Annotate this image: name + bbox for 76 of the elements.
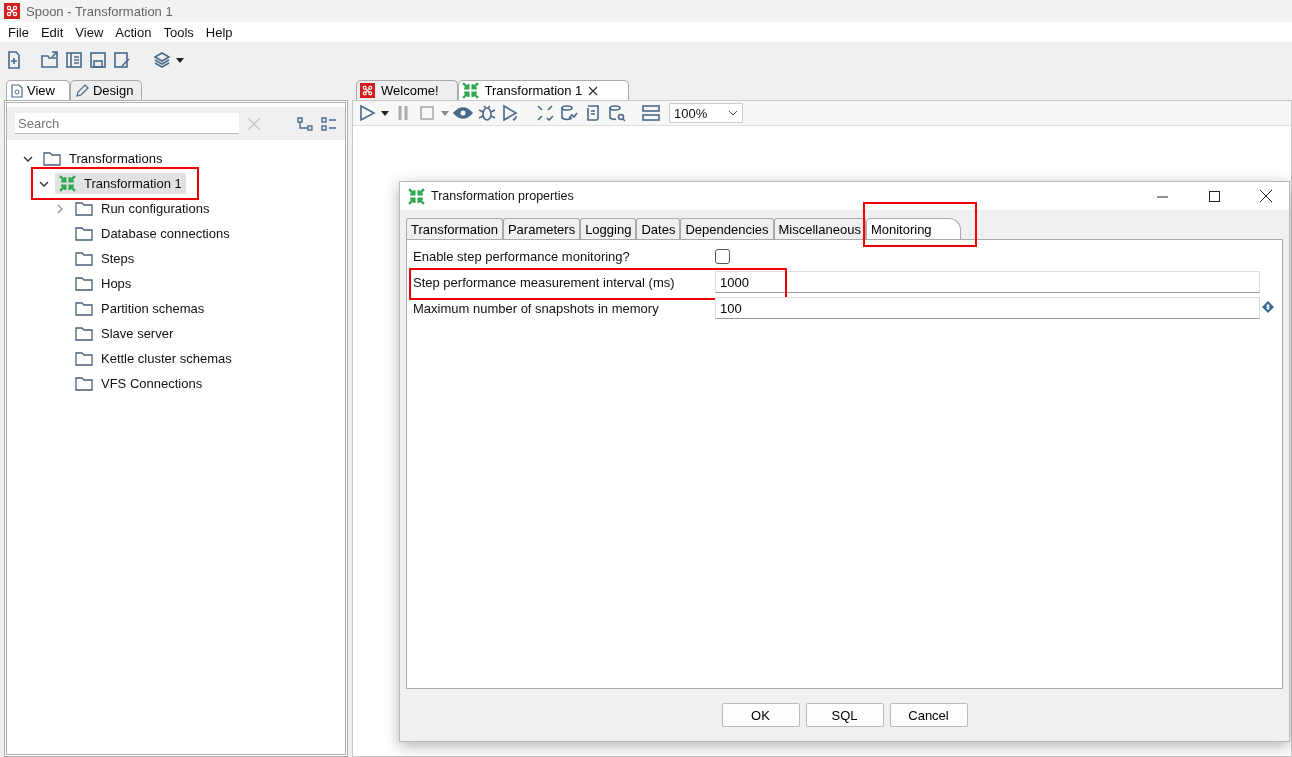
folder-icon [75, 226, 93, 241]
layout-icon[interactable] [641, 103, 661, 123]
save-as-icon[interactable] [112, 50, 132, 70]
bug-icon[interactable] [477, 103, 497, 123]
close-icon [1260, 190, 1272, 202]
maximize-icon [1208, 190, 1220, 202]
folder-icon [43, 151, 61, 166]
tree-item[interactable]: VFS Connections [71, 374, 207, 393]
field-label: Maximum number of snapshots in memory [413, 300, 660, 316]
zoom-dropdown[interactable]: 100% [669, 103, 743, 123]
arrows-check-icon[interactable] [535, 103, 555, 123]
menu-item[interactable]: View [69, 24, 110, 40]
input-field[interactable]: 1000 [715, 271, 1260, 293]
tree-item[interactable]: Slave server [71, 324, 178, 343]
app-logo-icon [360, 83, 375, 98]
tree-item[interactable]: Steps [71, 249, 139, 268]
play-icon[interactable] [357, 103, 377, 123]
dialog-tab[interactable]: Transformation [406, 218, 503, 239]
dropdown-arrow-icon[interactable] [176, 57, 184, 63]
list-icon[interactable] [321, 116, 337, 131]
menu-item[interactable]: File [2, 24, 35, 40]
panel-tab[interactable]: Design [69, 80, 143, 100]
close-icon[interactable] [588, 85, 599, 96]
database-chart-icon[interactable] [559, 103, 579, 123]
tree-item[interactable]: Hops [71, 274, 136, 293]
dialog-tab[interactable]: Dates [636, 218, 681, 239]
folder-icon [75, 326, 93, 341]
dialog-tab[interactable]: Parameters [502, 218, 581, 239]
editor-tab[interactable]: Welcome! [356, 80, 458, 100]
tree-item[interactable]: Kettle cluster schemas [71, 349, 236, 368]
app-logo-icon [4, 3, 20, 19]
dialog-tab[interactable]: Monitoring [865, 218, 961, 239]
tree-item[interactable]: Run configurations [71, 199, 214, 218]
hierarchy-icon[interactable] [297, 116, 313, 131]
arrows-icon [408, 187, 425, 205]
dialog-button[interactable]: Cancel [889, 703, 968, 727]
dialog-tab[interactable]: Dependencies [680, 218, 774, 239]
dialog-button[interactable]: SQL [805, 703, 884, 727]
editor-tab[interactable]: Transformation 1 [457, 80, 630, 100]
tree-item[interactable]: Transformation 1 [55, 173, 186, 194]
database-search-icon[interactable] [607, 103, 627, 123]
folder-icon [75, 201, 93, 216]
input-field[interactable]: 100 [715, 297, 1260, 319]
chevron-icon[interactable] [728, 110, 738, 116]
dialog-tab[interactable]: Logging [580, 218, 637, 239]
menu-item[interactable]: Tools [157, 24, 200, 40]
folder-icon [75, 301, 93, 316]
search-document-icon [11, 83, 23, 98]
save-icon[interactable] [88, 50, 108, 70]
dropdown-arrow-icon[interactable] [381, 110, 389, 116]
variable-icon[interactable] [1262, 300, 1274, 313]
tree-item[interactable]: Transformations [39, 149, 167, 168]
list-icon[interactable] [64, 50, 84, 70]
menu-item[interactable]: Action [109, 24, 158, 40]
tree-item[interactable]: Partition schemas [71, 299, 209, 318]
dialog-tab[interactable]: Miscellaneous [773, 218, 866, 239]
arrows-icon [59, 175, 76, 192]
tree-item[interactable]: Database connections [71, 224, 234, 243]
folder-icon [75, 251, 93, 266]
folder-icon [75, 351, 93, 366]
dialog-title: Transformation properties [431, 189, 575, 203]
checkbox[interactable] [715, 248, 730, 264]
folder-icon [75, 376, 93, 391]
search-field[interactable]: Search [15, 113, 239, 134]
menu-item[interactable]: Edit [34, 24, 70, 40]
folder-icon [75, 276, 93, 291]
field-label: Enable step performance monitoring? [413, 248, 631, 264]
arrows-icon [461, 82, 479, 99]
pencil-icon [74, 83, 89, 98]
menu-item[interactable]: Help [199, 24, 239, 40]
open-folder-icon[interactable] [40, 50, 60, 70]
window-title: Spoon - Transformation 1 [26, 3, 173, 19]
field-label: Step performance measurement interval (ms) [413, 274, 676, 290]
layers-icon[interactable] [152, 50, 172, 70]
panel-tab[interactable]: View [6, 80, 70, 100]
dialog-button[interactable]: OK [721, 703, 800, 727]
